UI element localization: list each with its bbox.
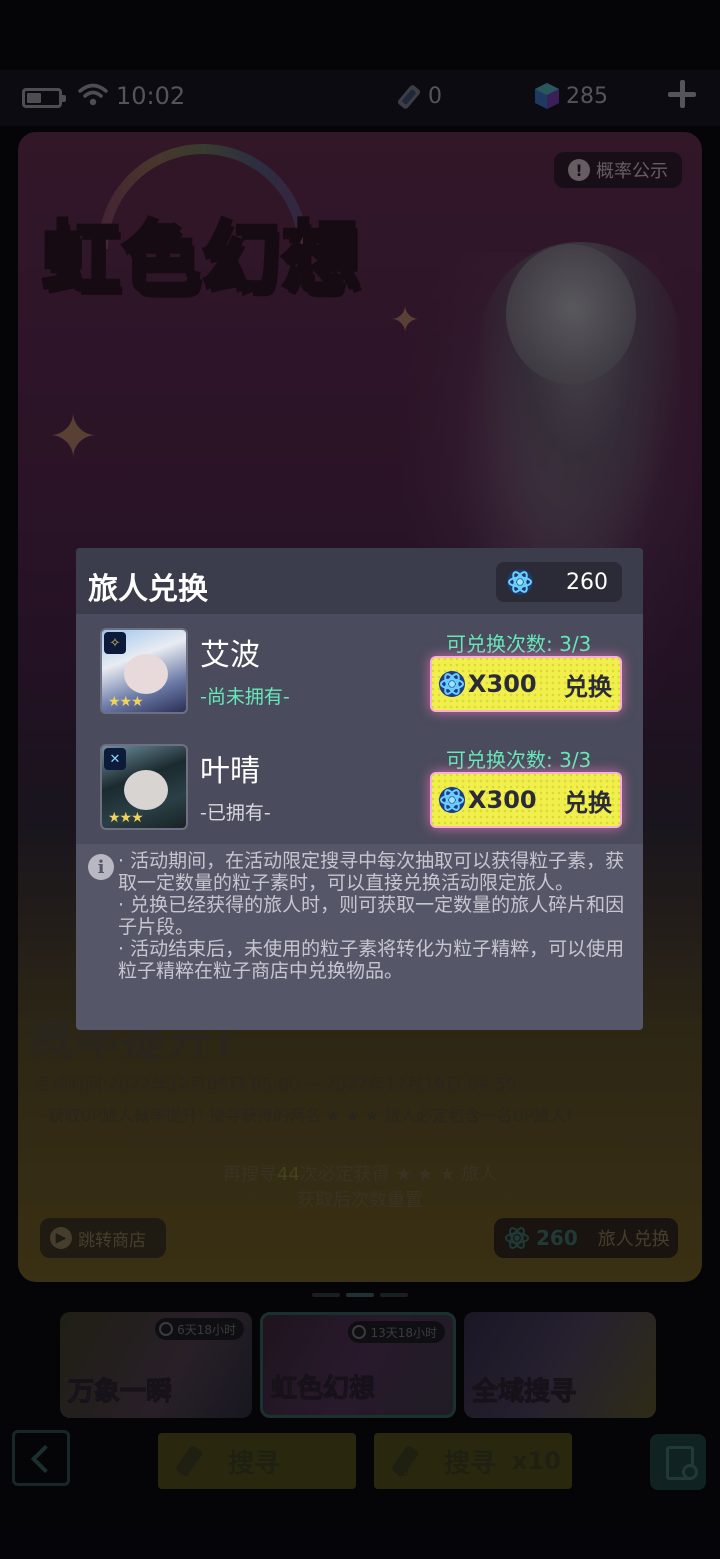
atom-icon bbox=[507, 569, 533, 595]
list-item: ✕ ★★★ 叶晴 -已拥有- 可兑换次数: 3/3 X300 兑换 bbox=[76, 736, 643, 850]
exchange-cost: X300 bbox=[468, 786, 537, 814]
exchange-label: 兑换 bbox=[564, 788, 612, 817]
exchange-cost: X300 bbox=[468, 670, 537, 698]
avatar-face bbox=[124, 770, 168, 810]
avatar-face bbox=[124, 654, 168, 694]
atom-icon bbox=[439, 671, 465, 697]
ownership-status: -已拥有- bbox=[200, 802, 271, 824]
exchange-label: 兑换 bbox=[564, 672, 612, 701]
exchange-count-label: 可兑换次数: 3/3 bbox=[446, 748, 592, 772]
avatar: ✕ ★★★ bbox=[100, 744, 188, 830]
rarity-stars-icon: ★★★ bbox=[108, 810, 144, 826]
exchange-button[interactable]: X300 兑换 bbox=[430, 656, 622, 712]
avatar: ✧ ★★★ bbox=[100, 628, 188, 714]
exchange-button[interactable]: X300 兑换 bbox=[430, 772, 622, 828]
modal-title: 旅人兑换 bbox=[88, 572, 208, 607]
exchange-count-label: 可兑换次数: 3/3 bbox=[446, 632, 592, 656]
info-icon: i bbox=[88, 854, 114, 880]
exchange-modal: 旅人兑换 260 ✧ ★★★ 艾波 -尚未拥有- 可兑换次数: 3/3 X300… bbox=[76, 548, 643, 1030]
traveler-name: 艾波 bbox=[200, 638, 260, 673]
info-line: · 活动期间，在活动限定搜寻中每次抽取可以获得粒子素，获取一定数量的粒子素时，可… bbox=[118, 850, 625, 894]
traveler-name: 叶晴 bbox=[200, 754, 260, 789]
particle-balance: 260 bbox=[496, 562, 622, 602]
class-badge-icon: ✕ bbox=[104, 748, 126, 770]
info-text: · 活动期间，在活动限定搜寻中每次抽取可以获得粒子素，获取一定数量的粒子素时，可… bbox=[118, 850, 630, 982]
list-item: ✧ ★★★ 艾波 -尚未拥有- 可兑换次数: 3/3 X300 兑换 bbox=[76, 620, 643, 734]
balance-value: 260 bbox=[566, 569, 608, 595]
info-panel: i · 活动期间，在活动限定搜寻中每次抽取可以获得粒子素，获取一定数量的粒子素时… bbox=[76, 844, 643, 1030]
ownership-status: -尚未拥有- bbox=[200, 686, 290, 708]
info-line: · 活动结束后，未使用的粒子素将转化为粒子精粹，可以使用粒子精粹在粒子商店中兑换… bbox=[118, 938, 625, 982]
atom-icon bbox=[439, 787, 465, 813]
class-badge-icon: ✧ bbox=[104, 632, 126, 654]
modal-header: 旅人兑换 260 bbox=[76, 548, 643, 614]
rarity-stars-icon: ★★★ bbox=[108, 694, 144, 710]
info-line: · 兑换已经获得的旅人时，则可获取一定数量的旅人碎片和因子片段。 bbox=[118, 894, 625, 938]
